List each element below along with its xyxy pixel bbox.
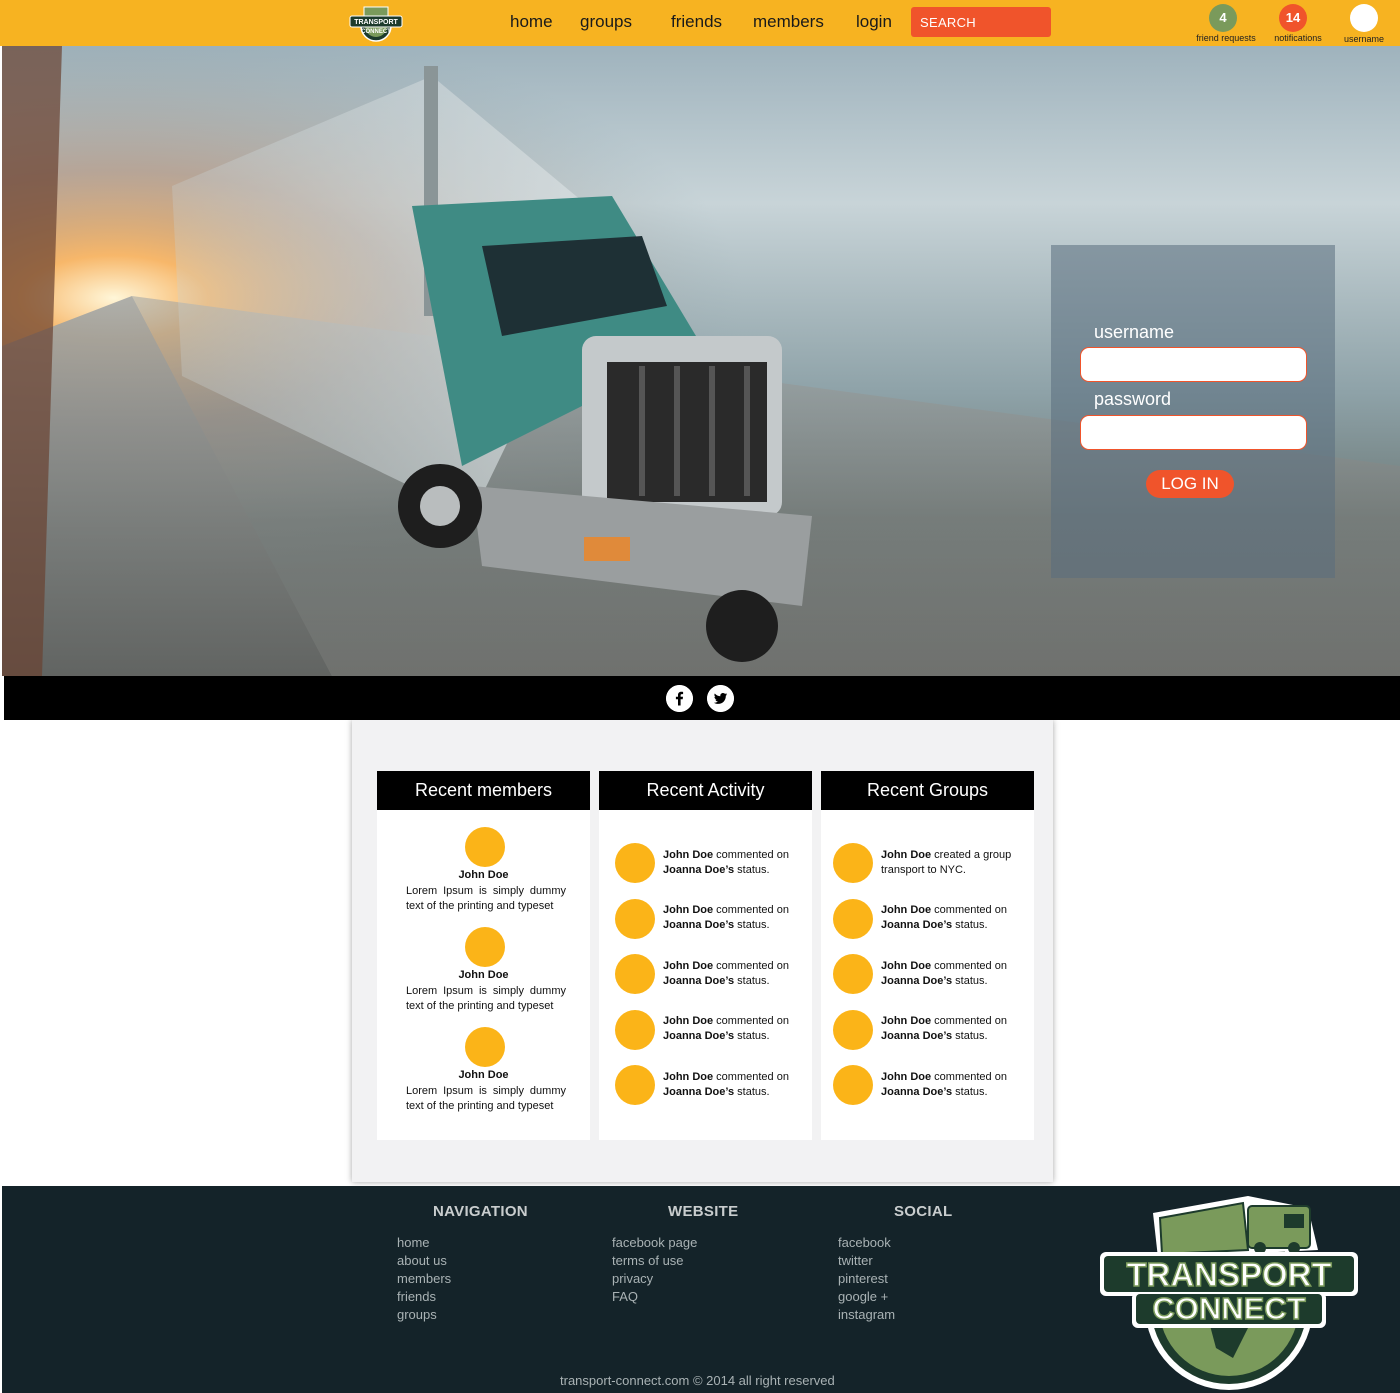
svg-text:TRANSPORT: TRANSPORT <box>354 19 398 26</box>
recent-activity-title: Recent Activity <box>599 771 812 810</box>
group-avatar[interactable] <box>833 899 873 939</box>
activity-item[interactable]: John Doe commented on Joanna Doe’s status… <box>663 1070 803 1099</box>
nav-groups-link[interactable]: groups <box>580 12 632 32</box>
notifications-badge[interactable]: 14 <box>1279 4 1307 32</box>
activity-avatar[interactable] <box>615 899 655 939</box>
facebook-icon[interactable] <box>666 685 693 712</box>
footer-link[interactable]: facebook page <box>612 1234 697 1252</box>
footer-link[interactable]: google + <box>838 1288 895 1306</box>
footer-link[interactable]: friends <box>397 1288 451 1306</box>
svg-text:CONNECT: CONNECT <box>361 29 391 35</box>
footer-link[interactable]: privacy <box>612 1270 697 1288</box>
group-activity-item[interactable]: John Doe commented on Joanna Doe’s status… <box>881 959 1021 988</box>
footer-link[interactable]: FAQ <box>612 1288 697 1306</box>
group-avatar[interactable] <box>833 954 873 994</box>
username-input[interactable] <box>1080 347 1307 382</box>
nav-friends-link[interactable]: friends <box>671 12 722 32</box>
group-avatar[interactable] <box>833 1010 873 1050</box>
recent-members-panel: Recent members John Doe Lorem Ipsum is s… <box>377 771 590 1140</box>
member-avatar[interactable] <box>465 827 505 867</box>
social-strip <box>4 676 1400 720</box>
footer-link[interactable]: members <box>397 1270 451 1288</box>
recent-activity-panel: Recent Activity John Doe commented on Joa… <box>599 771 812 1140</box>
password-label: password <box>1094 389 1172 409</box>
footer-link[interactable]: twitter <box>838 1252 895 1270</box>
activity-item[interactable]: John Doe commented on Joanna Doe’s status… <box>663 903 803 932</box>
nav-members-link[interactable]: members <box>753 12 824 32</box>
username-label: username <box>1094 322 1175 342</box>
member-name[interactable]: John Doe <box>377 969 590 981</box>
footer-link[interactable]: groups <box>397 1306 451 1324</box>
activity-item[interactable]: John Doe commented on Joanna Doe’s status… <box>663 1014 803 1043</box>
nav-login-link[interactable]: login <box>856 12 892 32</box>
twitter-icon[interactable] <box>707 685 734 712</box>
footer-website-title: WEBSITE <box>668 1203 739 1220</box>
footer-website-links: facebook page terms of use privacy FAQ <box>612 1234 697 1306</box>
member-name[interactable]: John Doe <box>377 869 590 881</box>
password-input[interactable] <box>1080 415 1307 450</box>
activity-item[interactable]: John Doe commented on Joanna Doe’s status… <box>663 959 803 988</box>
footer-navigation-links: home about us members friends groups <box>397 1234 451 1324</box>
user-label: username <box>1343 34 1385 44</box>
user-avatar[interactable] <box>1350 4 1378 32</box>
member-avatar[interactable] <box>465 927 505 967</box>
activity-avatar[interactable] <box>615 1065 655 1105</box>
footer-link[interactable]: home <box>397 1234 451 1252</box>
group-avatar[interactable] <box>833 1065 873 1105</box>
search-input[interactable]: SEARCH <box>911 7 1051 37</box>
member-description: Lorem Ipsum is simply dummy text of the … <box>406 1085 566 1112</box>
footer-link[interactable]: facebook <box>838 1234 895 1252</box>
group-activity-item[interactable]: John Doe commented on Joanna Doe’s status… <box>881 1014 1021 1043</box>
member-description: Lorem Ipsum is simply dummy text of the … <box>406 885 566 912</box>
login-panel <box>1051 245 1335 578</box>
activity-avatar[interactable] <box>615 954 655 994</box>
friend-requests-label: friend requests <box>1196 33 1256 43</box>
svg-text:TRANSPORT: TRANSPORT <box>1126 1256 1331 1293</box>
footer-link[interactable]: about us <box>397 1252 451 1270</box>
login-button[interactable]: LOG IN <box>1146 470 1234 498</box>
activity-item[interactable]: John Doe commented on Joanna Doe’s status… <box>663 848 803 877</box>
footer-social-title: SOCIAL <box>894 1203 953 1220</box>
svg-text:CONNECT: CONNECT <box>1152 1291 1305 1326</box>
friend-requests-badge[interactable]: 4 <box>1209 4 1237 32</box>
recent-groups-title: Recent Groups <box>821 771 1034 810</box>
transport-connect-logo-small[interactable]: TRANSPORT CONNECT <box>349 4 403 42</box>
notifications-label: notifications <box>1274 33 1322 43</box>
footer-navigation-title: NAVIGATION <box>433 1203 528 1220</box>
footer-link[interactable]: pinterest <box>838 1270 895 1288</box>
transport-connect-logo[interactable]: TRANSPORT CONNECT <box>1098 1188 1360 1393</box>
recent-groups-panel: Recent Groups John Doe created a group tr… <box>821 771 1034 1140</box>
recent-members-title: Recent members <box>377 771 590 810</box>
footer-link[interactable]: instagram <box>838 1306 895 1324</box>
group-avatar[interactable] <box>833 843 873 883</box>
member-avatar[interactable] <box>465 1027 505 1067</box>
footer-social-links: facebook twitter pinterest google + inst… <box>838 1234 895 1324</box>
activity-avatar[interactable] <box>615 1010 655 1050</box>
member-description: Lorem Ipsum is simply dummy text of the … <box>406 985 566 1012</box>
footer-link[interactable]: terms of use <box>612 1252 697 1270</box>
group-activity-item[interactable]: John Doe commented on Joanna Doe’s status… <box>881 1070 1021 1099</box>
member-name[interactable]: John Doe <box>377 1069 590 1081</box>
copyright-text: transport-connect.com © 2014 all right r… <box>560 1373 835 1388</box>
activity-avatar[interactable] <box>615 843 655 883</box>
nav-home-link[interactable]: home <box>510 12 553 32</box>
group-activity-item[interactable]: John Doe commented on Joanna Doe’s status… <box>881 903 1021 932</box>
group-activity-item[interactable]: John Doe created a group transport to NYC… <box>881 848 1021 877</box>
